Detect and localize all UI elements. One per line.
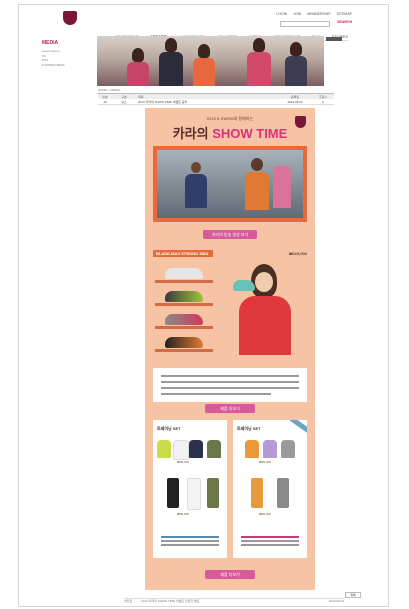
pants-image — [251, 478, 263, 508]
login-link[interactable]: LOGIN — [276, 12, 287, 16]
set-note — [161, 544, 219, 546]
jacket-image — [281, 440, 295, 458]
col-no: 번호 — [102, 94, 108, 99]
sitemap-link[interactable]: SITEMAP — [337, 12, 352, 16]
search-input[interactable] — [280, 21, 330, 27]
pants-image — [167, 478, 179, 508]
prev-title[interactable]: 2013 카라의 SHOW TIME 이벤트 당첨자 발표 — [141, 599, 199, 603]
training-set-right: 트레이닝 SET ₩99,000 ₩69,000 — [233, 420, 307, 558]
sidebar: MEDIA Lorem ipsum CF Print K-SWISS NEWS — [42, 40, 92, 67]
shoe-image — [165, 291, 203, 302]
prev-label: 이전글 — [124, 599, 133, 603]
set-price: ₩69,000 — [259, 512, 272, 516]
promo-title-part2: SHOW TIME — [212, 126, 288, 141]
set-note — [241, 536, 299, 538]
set-note — [241, 544, 299, 546]
product-description — [153, 368, 307, 402]
banner-figure — [159, 38, 183, 86]
shoe-image — [165, 314, 203, 325]
banner-control[interactable] — [326, 37, 342, 41]
training-set-left: 트레이닝 SET ₩99,000 ₩69,000 — [153, 420, 227, 558]
cell-views: 0 — [322, 99, 324, 104]
sidebar-title: MEDIA — [42, 40, 59, 46]
set-price: ₩69,000 — [177, 512, 190, 516]
pants-image — [187, 478, 201, 510]
col-type: 구분 — [121, 94, 127, 99]
table-row[interactable]: 16 뉴스 2013 카라의 SHOW TIME 이벤트 공지 2013.03.… — [98, 99, 334, 105]
hero-photo-frame — [153, 146, 307, 222]
promo-title: 카라의 SHOW TIME — [145, 123, 315, 142]
set-price: ₩99,000 — [177, 460, 190, 464]
kswiss-logo[interactable] — [63, 11, 77, 25]
set-price: ₩99,000 — [259, 460, 272, 464]
breadcrumb: HOME > MEDIA — [98, 88, 120, 92]
shelf — [155, 303, 213, 306]
jacket-image — [263, 440, 277, 458]
jacket-image — [207, 440, 221, 458]
pants-image — [277, 478, 289, 508]
join-link[interactable]: JOIN — [293, 12, 301, 16]
set-title: 트레이닝 SET — [237, 426, 261, 431]
shelf — [155, 280, 213, 283]
model-photo — [225, 260, 307, 355]
promo-title-part1: 카라의 — [172, 126, 209, 141]
banner-figure — [247, 38, 271, 86]
list-button[interactable]: 목록 — [345, 592, 361, 598]
shoe-image — [165, 337, 203, 348]
col-title: 제목 — [138, 94, 144, 99]
utility-links: LOGIN JOIN MEMBERSHIP SITEMAP — [271, 12, 352, 16]
cell-no: 16 — [103, 99, 107, 104]
ribbon-badge — [289, 420, 307, 435]
jacket-image — [189, 440, 203, 458]
promo-article: 2013 K-SWISS와 함께하는 카라의 SHOW TIME 카라의 방송 … — [145, 108, 315, 590]
prev-date: 2013.03.04 — [328, 599, 344, 603]
membership-link[interactable]: MEMBERSHIP — [307, 12, 330, 16]
cell-title[interactable]: 2013 카라의 SHOW TIME 이벤트 공지 — [136, 100, 278, 104]
more-products-bottom-button[interactable]: 제품 더보기 — [205, 570, 255, 579]
cell-type: 뉴스 — [121, 99, 127, 104]
banner-figure — [127, 48, 149, 86]
set-note — [241, 540, 299, 542]
shoe-title-bar: BLADE-MAX STRONG SMU ₩119,000 — [153, 250, 307, 257]
banner-figure — [285, 42, 307, 86]
col-date: 등록일 — [290, 94, 300, 99]
prev-post-row[interactable]: 이전글 2013 카라의 SHOW TIME 이벤트 당첨자 발표 2013.0… — [124, 598, 344, 603]
jacket-image — [157, 440, 171, 458]
shoe-image — [165, 268, 203, 279]
pants-image — [207, 478, 219, 508]
set-note — [161, 536, 219, 538]
promo-subtitle: 2013 K-SWISS와 함께하는 — [206, 116, 254, 121]
set-title: 트레이닝 SET — [157, 426, 181, 431]
jacket-image — [173, 440, 189, 460]
jacket-image — [245, 440, 259, 458]
hero-photo — [157, 150, 303, 218]
more-products-button[interactable]: 제품 더보기 — [205, 404, 255, 413]
banner-figure — [193, 44, 215, 86]
shoe-price: ₩119,000 — [288, 251, 307, 256]
col-views: 조회수 — [318, 94, 328, 99]
set-note — [161, 540, 219, 542]
shoe-label: BLADE-MAX STRONG SMU — [153, 250, 213, 257]
search-button[interactable]: SEARCH — [337, 20, 352, 24]
sidebar-item[interactable]: K-SWISS NEWS — [42, 63, 92, 68]
cell-date: 2013.03.04 — [287, 99, 303, 104]
watch-video-button[interactable]: 카라의 방송 영상 보기 — [203, 230, 257, 239]
shelf — [155, 349, 213, 352]
shelf — [155, 326, 213, 329]
top-banner-photo — [97, 36, 324, 86]
